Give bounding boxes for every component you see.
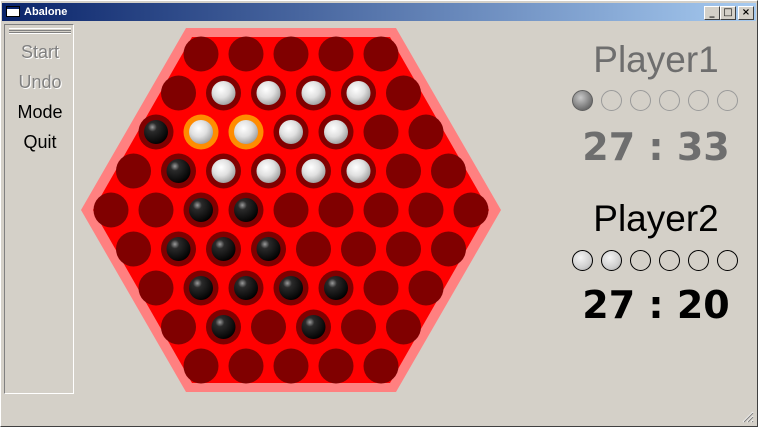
white-selected-marble[interactable] (234, 120, 258, 144)
close-button[interactable]: × (738, 6, 754, 20)
board-hole[interactable] (363, 192, 399, 228)
white-marble[interactable] (346, 81, 371, 105)
black-marble[interactable] (234, 198, 258, 222)
title-bar[interactable]: Abalone _ □ × (2, 3, 756, 21)
board-hole[interactable] (386, 309, 421, 345)
app-window: Abalone _ □ × Start Undo Mode Quit Playe (0, 0, 758, 427)
player2-captured-marbles (572, 249, 742, 273)
board-hole[interactable] (273, 348, 309, 384)
black-marble[interactable] (189, 276, 213, 300)
empty-marble-slot (630, 90, 651, 111)
white-marble[interactable] (279, 120, 303, 144)
black-marble[interactable] (211, 315, 236, 339)
board-hole[interactable] (408, 192, 444, 228)
undo-button[interactable]: Undo (5, 68, 75, 96)
empty-marble-slot (717, 90, 738, 111)
captured-marble-slot (572, 250, 593, 271)
empty-marble-slot (717, 250, 738, 271)
black-marble[interactable] (279, 276, 303, 300)
board-hole[interactable] (453, 192, 489, 228)
board-hole[interactable] (228, 348, 264, 384)
board-hole[interactable] (318, 36, 354, 72)
black-marble[interactable] (256, 237, 281, 261)
start-button[interactable]: Start (5, 38, 75, 66)
player2-name: Player2 (593, 198, 719, 239)
board-hole[interactable] (251, 309, 286, 345)
board-hole[interactable] (228, 36, 264, 72)
white-marble[interactable] (211, 81, 236, 105)
board-hole[interactable] (273, 192, 309, 228)
board-hole[interactable] (318, 192, 354, 228)
black-marble[interactable] (301, 315, 326, 339)
board-hole[interactable] (93, 192, 129, 228)
player1-score: 27 : 33 (582, 125, 730, 169)
board-hole[interactable] (116, 153, 151, 189)
white-marble[interactable] (256, 159, 281, 183)
board-hole[interactable] (138, 192, 174, 228)
board-hole[interactable] (116, 231, 151, 267)
empty-marble-slot (688, 250, 709, 271)
maximize-button[interactable]: □ (720, 6, 736, 20)
black-marble[interactable] (166, 237, 191, 261)
board-hole[interactable] (161, 75, 196, 111)
board-hole[interactable] (386, 75, 421, 111)
white-marble[interactable] (301, 159, 326, 183)
white-marble[interactable] (301, 81, 326, 105)
empty-marble-slot (601, 90, 622, 111)
app-window-icon (6, 6, 20, 17)
quit-button[interactable]: Quit (5, 128, 75, 156)
board-hole[interactable] (341, 309, 376, 345)
empty-marble-slot (630, 250, 651, 271)
window-title: Abalone (24, 6, 68, 18)
black-marble[interactable] (234, 276, 258, 300)
board-hole[interactable] (386, 153, 421, 189)
board-hole[interactable] (273, 36, 309, 72)
black-marble[interactable] (211, 237, 236, 261)
board-hole[interactable] (183, 348, 219, 384)
board-hole[interactable] (296, 231, 331, 267)
captured-marble-slot (601, 250, 622, 271)
game-board[interactable] (77, 25, 502, 395)
menu-grip-handle[interactable] (9, 28, 71, 34)
board-hole[interactable] (318, 348, 354, 384)
menu-panel: Start Undo Mode Quit (4, 24, 74, 394)
empty-marble-slot (659, 90, 680, 111)
board-hole[interactable] (431, 231, 466, 267)
board-hole[interactable] (363, 36, 399, 72)
white-marble[interactable] (346, 159, 371, 183)
white-marble[interactable] (211, 159, 236, 183)
black-marble[interactable] (189, 198, 213, 222)
player1-name: Player1 (593, 39, 719, 80)
board-hole[interactable] (386, 231, 421, 267)
board-hole[interactable] (138, 270, 174, 306)
board-hole[interactable] (183, 36, 219, 72)
empty-marble-slot (659, 250, 680, 271)
board-hole[interactable] (363, 348, 399, 384)
empty-marble-slot (688, 90, 709, 111)
board-hole[interactable] (408, 114, 444, 150)
white-selected-marble[interactable] (189, 120, 213, 144)
player1-captured-marbles (572, 89, 742, 113)
black-marble[interactable] (324, 276, 348, 300)
board-hole[interactable] (341, 231, 376, 267)
board-hole[interactable] (363, 114, 399, 150)
black-marble[interactable] (144, 120, 168, 144)
mode-button[interactable]: Mode (5, 98, 75, 126)
white-marble[interactable] (324, 120, 348, 144)
board-hole[interactable] (408, 270, 444, 306)
minimize-button[interactable]: _ (704, 6, 720, 20)
player2-score: 27 : 20 (582, 283, 730, 327)
resize-grip-icon[interactable] (742, 411, 754, 423)
board-hole[interactable] (363, 270, 399, 306)
white-marble[interactable] (256, 81, 281, 105)
black-marble[interactable] (166, 159, 191, 183)
captured-marble-slot (572, 90, 593, 111)
board-hole[interactable] (161, 309, 196, 345)
board-hole[interactable] (431, 153, 466, 189)
